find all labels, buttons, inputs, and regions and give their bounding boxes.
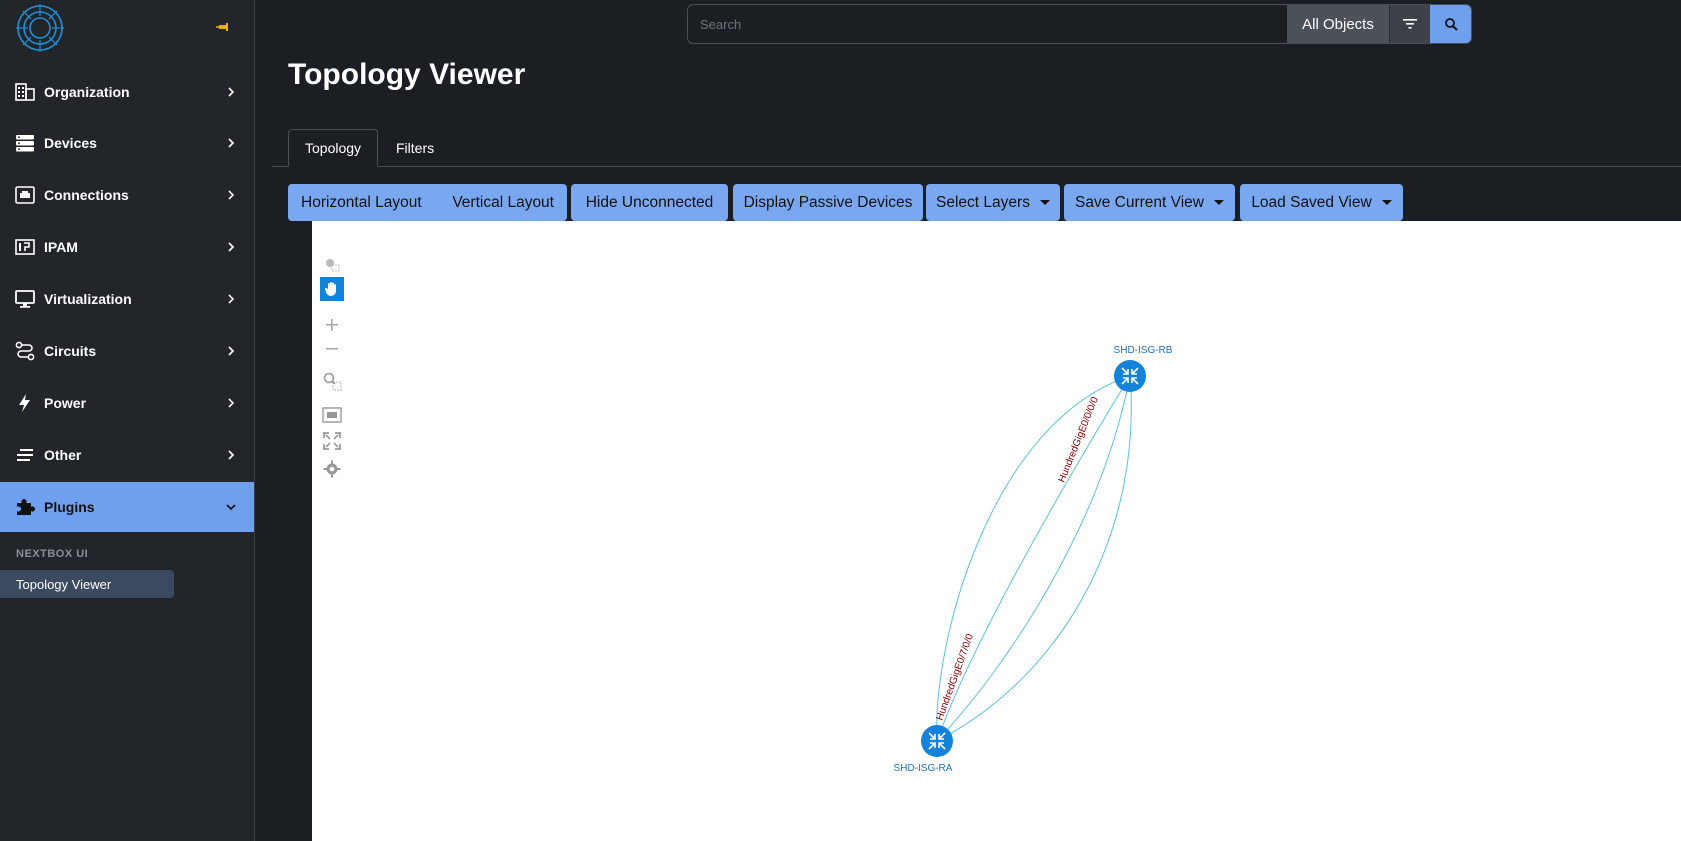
sidebar-item-topology-viewer[interactable]: Topology Viewer xyxy=(0,570,174,598)
ethernet-icon xyxy=(15,186,35,204)
topology-link[interactable] xyxy=(936,375,1131,742)
server-icon xyxy=(16,135,34,152)
ip-icon xyxy=(15,239,35,255)
hide-unconnected-label: Hide Unconnected xyxy=(585,193,714,211)
select-layers-dropdown[interactable]: Select Layers xyxy=(926,184,1060,221)
sidebar-item-label: Virtualization xyxy=(44,291,132,307)
load-saved-view-dropdown[interactable]: Load Saved View xyxy=(1240,184,1403,221)
plugin-section-header: NEXTBOX UI xyxy=(16,548,89,560)
sidebar-item-label: Plugins xyxy=(44,499,95,515)
monitor-icon xyxy=(15,290,35,308)
chevron-right-icon xyxy=(228,190,235,200)
select-layers-label: Select Layers xyxy=(936,193,1030,211)
page-title: Topology Viewer xyxy=(288,58,526,91)
save-current-view-dropdown[interactable]: Save Current View xyxy=(1064,184,1235,221)
vertical-layout-button[interactable]: Vertical Layout xyxy=(452,194,554,212)
sidebar: Organization Devices Connections IPAM Vi… xyxy=(0,0,255,841)
layout-button-group: Horizontal Layout Vertical Layout xyxy=(288,184,567,221)
topology-canvas[interactable]: HundredGigE0/0/0/0 HundredGigE0/7/0/0 SH… xyxy=(312,221,1681,841)
save-view-label: Save Current View xyxy=(1075,193,1204,211)
load-view-label: Load Saved View xyxy=(1251,193,1372,211)
topology-node[interactable]: SHD-ISG-RB xyxy=(1114,345,1173,392)
tab-topology[interactable]: Topology xyxy=(288,129,379,167)
lightning-icon xyxy=(19,394,30,412)
hide-unconnected-button[interactable]: Hide Unconnected xyxy=(571,184,728,221)
tab-filters[interactable]: Filters xyxy=(380,130,450,166)
sidebar-item-ipam[interactable]: IPAM xyxy=(0,222,254,272)
chevron-right-icon xyxy=(228,346,235,356)
chevron-right-icon xyxy=(228,138,235,148)
topology-links xyxy=(936,375,1132,742)
pin-icon[interactable] xyxy=(216,20,230,34)
sidebar-item-organization[interactable]: Organization xyxy=(0,67,254,117)
chevron-right-icon xyxy=(228,398,235,408)
node-label: SHD-ISG-RB xyxy=(1114,345,1173,356)
sidebar-item-label: Power xyxy=(44,395,87,411)
chevron-right-icon xyxy=(228,450,235,460)
caret-down-icon xyxy=(1039,200,1050,205)
topology-node[interactable]: SHD-ISG-RA xyxy=(894,725,953,774)
sidebar-item-label: Other xyxy=(44,447,82,463)
puzzle-icon xyxy=(17,499,35,515)
sidebar-item-devices[interactable]: Devices xyxy=(0,118,254,168)
topology-link[interactable] xyxy=(936,375,1132,742)
node-label: SHD-ISG-RA xyxy=(894,763,953,774)
search-button[interactable] xyxy=(1430,5,1471,43)
sidebar-item-connections[interactable]: Connections xyxy=(0,170,254,220)
sidebar-item-label: Organization xyxy=(44,84,130,100)
sidebar-item-virtualization[interactable]: Virtualization xyxy=(0,274,254,324)
chevron-right-icon xyxy=(228,242,235,252)
sidebar-sub-item-label: Topology Viewer xyxy=(16,576,112,592)
sidebar-item-power[interactable]: Power xyxy=(0,378,254,428)
router-icon xyxy=(921,725,953,757)
sidebar-item-circuits[interactable]: Circuits xyxy=(0,326,254,376)
chevron-right-icon xyxy=(228,87,235,97)
tab-bar: Topology Filters xyxy=(272,128,1681,167)
building-icon xyxy=(15,83,35,101)
search-input[interactable] xyxy=(688,5,1287,43)
display-passive-devices-button[interactable]: Display Passive Devices xyxy=(733,184,923,221)
sidebar-item-label: Devices xyxy=(44,135,97,151)
router-icon xyxy=(1114,360,1146,392)
circuit-icon xyxy=(15,341,35,361)
topology-link-label: HundredGigE0/0/0/0 xyxy=(1057,395,1102,484)
sidebar-item-label: Connections xyxy=(44,187,129,203)
filter-button[interactable] xyxy=(1389,5,1430,43)
topology-graph: HundredGigE0/0/0/0 HundredGigE0/7/0/0 SH… xyxy=(894,345,1173,774)
global-search: All Objects xyxy=(687,4,1472,44)
topology-link[interactable] xyxy=(936,375,1131,742)
sidebar-item-other[interactable]: Other xyxy=(0,430,254,480)
chevron-down-icon xyxy=(226,504,236,511)
search-scope-dropdown[interactable]: All Objects xyxy=(1287,5,1389,43)
filter-icon xyxy=(1403,19,1417,29)
display-passive-label: Display Passive Devices xyxy=(743,193,913,211)
search-icon xyxy=(1444,18,1458,31)
sidebar-item-label: Circuits xyxy=(44,343,97,359)
sidebar-item-label: IPAM xyxy=(44,239,78,255)
horizontal-layout-button[interactable]: Horizontal Layout xyxy=(301,194,422,212)
caret-down-icon xyxy=(1213,200,1224,205)
chevron-right-icon xyxy=(228,294,235,304)
topology-link[interactable] xyxy=(936,375,1131,742)
netbox-logo[interactable] xyxy=(14,2,66,54)
caret-down-icon xyxy=(1381,200,1392,205)
sidebar-item-plugins[interactable]: Plugins xyxy=(0,482,254,532)
lines-icon xyxy=(17,449,33,461)
